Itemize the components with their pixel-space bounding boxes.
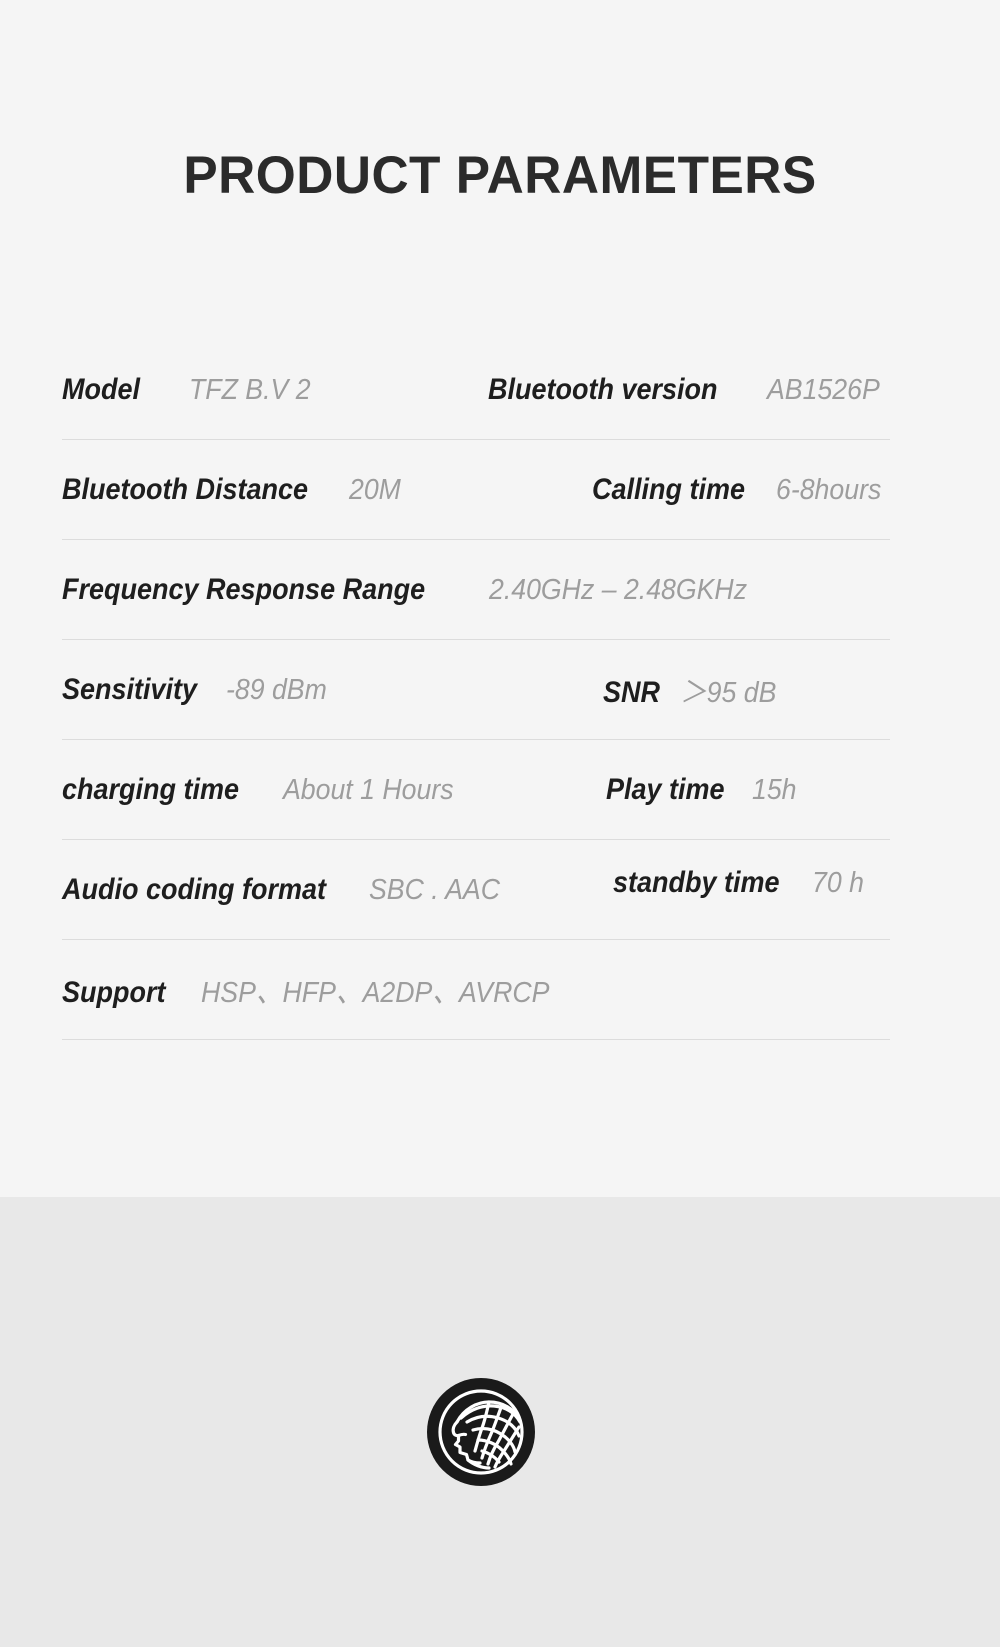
spec-cell-right: Play time 15h: [606, 773, 890, 807]
spec-cell-right: standby time 70 h: [613, 866, 891, 900]
spec-cell-left: charging time About 1 Hours: [62, 773, 592, 807]
tfz-brand-logo-icon: [427, 1378, 535, 1486]
spec-value: 15h: [751, 773, 797, 806]
spec-label: Sensitivity: [62, 672, 198, 706]
spec-label: Audio coding format: [62, 872, 326, 906]
spec-label: Calling time: [592, 472, 746, 506]
spec-value: HSP、HFP、A2DP、AVRCP: [200, 976, 550, 1009]
spec-label: Play time: [605, 772, 725, 806]
table-row: Frequency Response Range 2.40GHz – 2.48G…: [62, 540, 890, 640]
table-row: charging time About 1 Hours Play time 15…: [62, 740, 890, 840]
spec-cell-left: Support HSP、HFP、A2DP、AVRCP: [62, 969, 580, 1011]
spec-value: ＞95 dB: [680, 676, 777, 709]
spec-label: Model: [62, 372, 141, 406]
product-parameters-page: PRODUCT PARAMETERS Model TFZ B.V 2 Bluet…: [0, 0, 1000, 1647]
spec-cell-left: Audio coding format SBC . AAC: [62, 873, 587, 907]
page-title: PRODUCT PARAMETERS: [183, 145, 817, 205]
spec-label: SNR: [602, 675, 660, 709]
spec-value: AB1526P: [767, 373, 881, 406]
spec-value: SBC . AAC: [369, 873, 501, 906]
spec-value: 20M: [349, 473, 402, 506]
spec-cell-left: Frequency Response Range 2.40GHz – 2.48G…: [62, 573, 770, 607]
logo-section: [0, 1197, 1000, 1647]
spec-section: PRODUCT PARAMETERS Model TFZ B.V 2 Bluet…: [0, 0, 1000, 1197]
spec-value: 70 h: [811, 866, 864, 899]
spec-label: Support: [62, 975, 166, 1009]
spec-value: About 1 Hours: [282, 773, 454, 806]
spec-label: standby time: [612, 865, 780, 899]
spec-cell-right: Calling time 6-8hours: [592, 473, 891, 507]
table-row: Support HSP、HFP、A2DP、AVRCP: [62, 940, 890, 1040]
spec-label: Bluetooth version: [488, 372, 718, 406]
spec-cell-left: Bluetooth Distance 20M: [62, 473, 592, 507]
spec-label: charging time: [62, 772, 240, 806]
spec-value: 6-8hours: [776, 473, 882, 506]
table-row: Bluetooth Distance 20M Calling time 6-8h…: [62, 440, 890, 540]
spec-value: TFZ B.V 2: [188, 373, 311, 406]
spec-value: -89 dBm: [226, 673, 327, 706]
table-row: Model TFZ B.V 2 Bluetooth version AB1526…: [62, 340, 890, 440]
table-row: Audio coding format SBC . AAC standby ti…: [62, 840, 890, 940]
table-row: Sensitivity -89 dBm SNR ＞95 dB: [62, 640, 890, 740]
spec-table: Model TFZ B.V 2 Bluetooth version AB1526…: [62, 340, 890, 1040]
spec-value: 2.40GHz – 2.48GKHz: [489, 573, 748, 606]
spec-cell-right: SNR ＞95 dB: [603, 669, 890, 711]
spec-label: Bluetooth Distance: [62, 472, 309, 506]
spec-cell-left: Model TFZ B.V 2: [62, 373, 457, 407]
spec-cell-right: Bluetooth version AB1526P: [488, 373, 890, 407]
spec-cell-left: Sensitivity -89 dBm: [62, 673, 592, 707]
spec-label: Frequency Response Range: [62, 572, 426, 606]
